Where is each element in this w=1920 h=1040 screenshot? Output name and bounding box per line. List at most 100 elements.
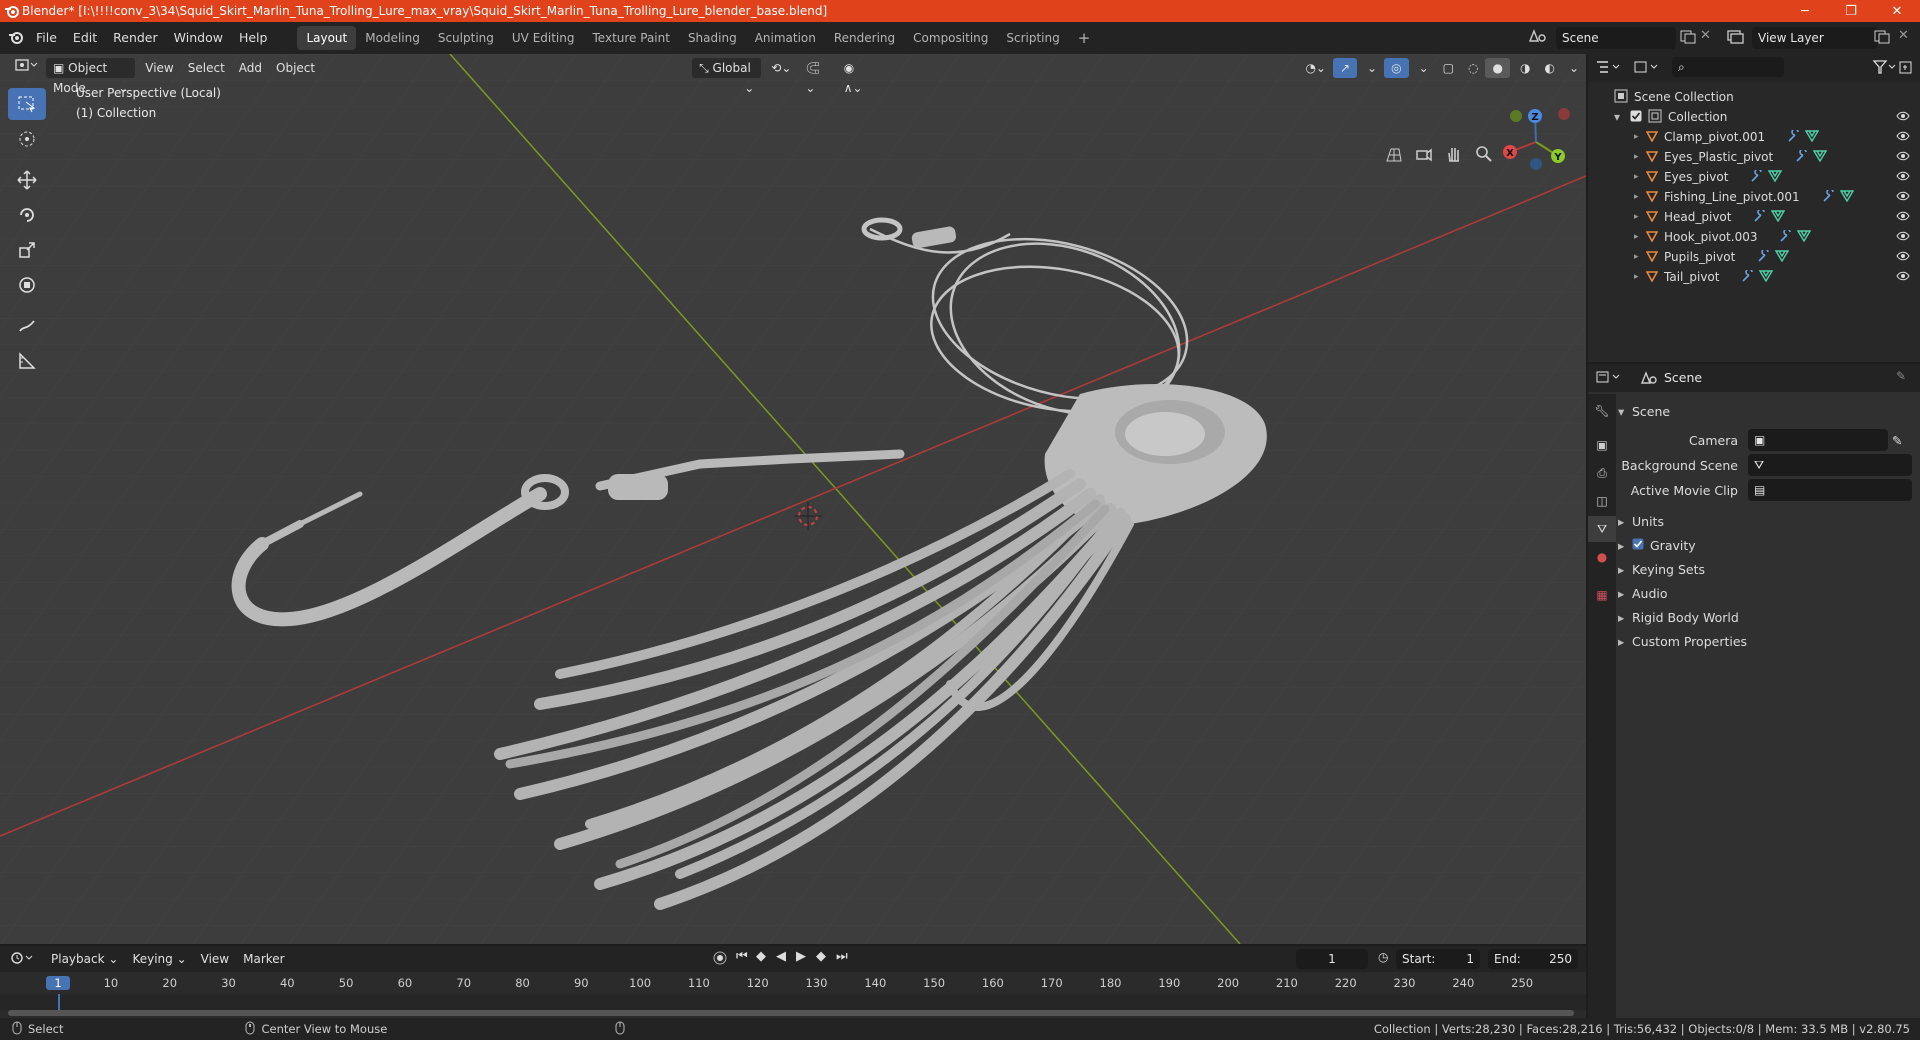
overlays-toggle-icon[interactable]: ◎	[1384, 58, 1409, 78]
camera-field[interactable]: ▣	[1748, 429, 1888, 451]
new-collection-icon[interactable]	[1898, 59, 1914, 78]
outliner-object-row[interactable]: ▸ Head_pivot	[1588, 207, 1920, 227]
shading-menu-icon[interactable]: ⌄	[1562, 58, 1586, 78]
properties-editor-type-icon[interactable]	[1596, 370, 1622, 387]
transform-tool[interactable]	[8, 269, 46, 301]
play-reverse-icon[interactable]: ◀	[776, 949, 786, 964]
keying-menu[interactable]: Keying ⌄	[125, 949, 193, 969]
mesh-data-icon[interactable]	[1804, 129, 1820, 145]
menu-add[interactable]: Add	[232, 58, 269, 78]
modifier-wrench-icon[interactable]	[1741, 267, 1755, 285]
menu-object[interactable]: Object	[269, 58, 322, 78]
visibility-icon[interactable]: ◔⌄	[1298, 58, 1333, 78]
scene-panel-header[interactable]: ▾ Scene	[1618, 400, 1918, 422]
outliner-object-row[interactable]: ▸ Hook_pivot.003	[1588, 227, 1920, 247]
scene-selector-icon[interactable]	[1528, 28, 1548, 47]
close-button[interactable]: ✕	[1874, 0, 1920, 22]
tab-output[interactable]: ⎙	[1588, 460, 1616, 486]
blender-menu-icon[interactable]	[8, 29, 24, 48]
new-view-layer-icon[interactable]	[1874, 30, 1890, 47]
navigation-gizmo[interactable]: X Y Z	[1492, 94, 1582, 184]
menu-view[interactable]: View	[138, 58, 180, 78]
current-frame-field[interactable]: 1	[1296, 949, 1368, 969]
gravity-section[interactable]: ▸ Gravity	[1618, 534, 1918, 556]
mesh-data-icon[interactable]	[1797, 229, 1812, 245]
play-icon[interactable]: ▶	[796, 949, 806, 964]
solid-shading-icon[interactable]: ●	[1485, 58, 1510, 78]
mesh-data-icon[interactable]	[1812, 149, 1828, 165]
mesh-data-icon[interactable]	[1839, 189, 1854, 205]
viewport-scene[interactable]	[0, 54, 1586, 944]
rotate-tool[interactable]	[8, 199, 46, 231]
rigid-body-world-section[interactable]: ▸ Rigid Body World	[1618, 606, 1918, 628]
modifier-wrench-icon[interactable]	[1779, 227, 1793, 245]
tab-view-layer[interactable]: ◫	[1588, 488, 1616, 514]
modifier-wrench-icon[interactable]	[1753, 207, 1767, 225]
units-section[interactable]: ▸ Units	[1618, 510, 1918, 532]
custom-properties-section[interactable]: ▸ Custom Properties	[1618, 630, 1918, 652]
tab-texture[interactable]: ▦	[1588, 582, 1616, 608]
snap-icon[interactable]: 🧲︎ ⌄	[798, 58, 836, 95]
add-workspace-button[interactable]: +	[1069, 26, 1100, 50]
mesh-data-icon[interactable]	[1768, 169, 1783, 185]
outliner-collection[interactable]: ▾ Collection	[1588, 107, 1920, 127]
rendered-shading-icon[interactable]: ◐	[1537, 58, 1561, 78]
mode-select[interactable]: ▣ Object Mode ⌄	[46, 58, 136, 95]
timeline-view-menu[interactable]: View	[194, 949, 236, 969]
outliner-object-row[interactable]: ▸ Fishing_Line_pivot.001	[1588, 187, 1920, 207]
editor-type-icon[interactable]	[8, 58, 46, 78]
delete-scene-icon[interactable]: ✕	[1700, 28, 1711, 43]
timeline-track-area[interactable]	[0, 994, 1586, 1010]
tab-tool[interactable]: 🔧︎	[1588, 398, 1616, 424]
jump-start-icon[interactable]: ⏮	[736, 949, 748, 964]
view-layer-field[interactable]: View Layer	[1752, 27, 1878, 49]
pan-view-hand-icon[interactable]	[1440, 140, 1468, 168]
annotate-tool[interactable]	[8, 310, 46, 342]
tab-layout[interactable]: Layout	[297, 26, 357, 50]
minimize-button[interactable]: ─	[1782, 0, 1828, 22]
outliner-object-row[interactable]: ▸ Tail_pivot	[1588, 267, 1920, 287]
expand-arrow-icon[interactable]: ▸	[1634, 252, 1646, 262]
modifier-wrench-icon[interactable]	[1757, 247, 1771, 265]
pin-icon[interactable]: ✎	[1896, 369, 1906, 383]
new-scene-icon[interactable]	[1680, 30, 1696, 47]
filter-icon[interactable]	[1872, 59, 1898, 78]
wireframe-shading-icon[interactable]: ◌	[1461, 58, 1485, 78]
collapse-arrow-icon[interactable]: ▾	[1614, 110, 1628, 124]
outliner-object-row[interactable]: ▸ Eyes_Plastic_pivot	[1588, 147, 1920, 167]
jump-end-icon[interactable]: ⏭	[836, 949, 848, 964]
overlays-menu-icon[interactable]: ⌄	[1412, 58, 1436, 78]
cursor-tool[interactable]	[8, 123, 46, 155]
tab-scripting[interactable]: Scripting	[997, 26, 1068, 50]
frame-ruler[interactable]: 1 10 20 30 40 50 60 70 80 90 100 110 120 130 140 150 160…	[0, 972, 1586, 994]
expand-arrow-icon[interactable]: ▸	[1634, 192, 1646, 202]
modifier-wrench-icon[interactable]	[1795, 147, 1809, 165]
transform-orientation-select[interactable]: ⤡ Global ⌄	[692, 58, 762, 95]
view-layer-icon[interactable]	[1726, 28, 1746, 47]
proportional-editing-icon[interactable]: ◉ ∧⌄	[837, 58, 879, 95]
outliner-object-row[interactable]: ▸ Eyes_pivot	[1588, 167, 1920, 187]
start-frame-field[interactable]: Start: 1	[1396, 949, 1480, 969]
playback-menu[interactable]: Playback ⌄	[44, 949, 125, 969]
gizmo-toggle-icon[interactable]: ↗	[1332, 58, 1358, 78]
modifier-wrench-icon[interactable]	[1787, 127, 1801, 145]
toggle-grid-icon[interactable]	[1380, 140, 1408, 168]
measure-tool[interactable]	[8, 345, 46, 377]
eye-icon[interactable]	[1896, 190, 1910, 204]
clock-icon[interactable]: ◷	[1378, 950, 1388, 964]
outliner-object-row[interactable]: ▸ Clamp_pivot.001	[1588, 127, 1920, 147]
outliner-editor-type-icon[interactable]	[1596, 60, 1622, 77]
menu-window[interactable]: Window	[166, 22, 231, 54]
eye-icon[interactable]	[1896, 150, 1910, 164]
mesh-data-icon[interactable]	[1775, 249, 1790, 265]
eye-icon[interactable]	[1896, 230, 1910, 244]
tab-rendering[interactable]: Rendering	[825, 26, 904, 50]
eye-icon[interactable]	[1896, 250, 1910, 264]
tab-scene[interactable]: ⛛	[1588, 516, 1616, 542]
display-mode-icon[interactable]	[1634, 60, 1660, 77]
move-tool[interactable]	[8, 164, 46, 196]
record-button[interactable]	[712, 950, 728, 969]
outliner-scene-collection[interactable]: Scene Collection	[1588, 87, 1920, 107]
tab-uv-editing[interactable]: UV Editing	[503, 26, 584, 50]
timeline-editor-type-icon[interactable]	[10, 951, 36, 968]
